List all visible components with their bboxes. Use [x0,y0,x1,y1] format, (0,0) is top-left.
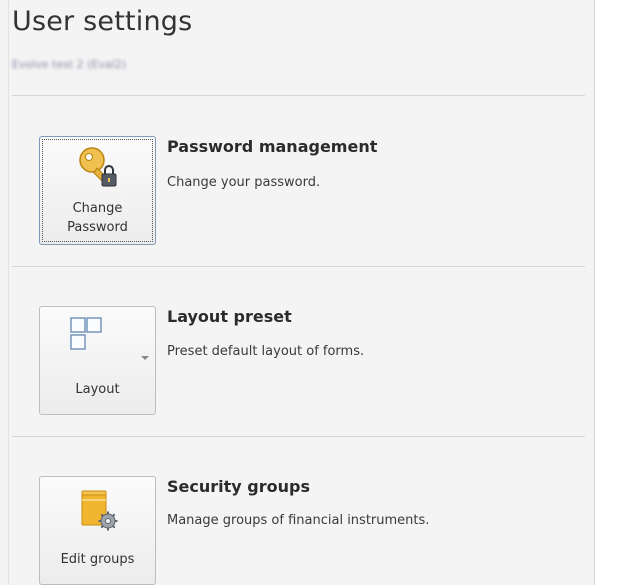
layout-preset-title: Layout preset [167,307,292,326]
security-groups-title: Security groups [167,477,310,496]
change-password-label-line2: Password [67,220,128,235]
password-management-description: Change your password. [167,175,321,190]
account-subtitle: Evolve test 2 (Eval2) [12,58,126,71]
key-lock-icon [79,147,117,187]
security-groups-description: Manage groups of financial instruments. [167,513,430,528]
change-password-button[interactable]: Change Password [39,136,156,245]
section-divider-1 [12,266,585,267]
chevron-down-icon [141,356,149,360]
layout-preset-description: Preset default layout of forms. [167,344,365,359]
edit-groups-button-label: Edit groups [60,552,135,567]
section-divider-2 [12,436,585,437]
layout-button[interactable]: Layout [39,306,156,415]
change-password-label-line1: Change [72,201,123,216]
settings-panel: User settings Evolve test 2 (Eval2) Chan… [0,0,595,585]
panel-left-divider [8,0,9,585]
password-management-title: Password management [167,137,378,156]
page-title: User settings [12,6,193,37]
folder-gear-icon [81,490,118,531]
header-divider [12,95,585,96]
layout-button-label: Layout [75,382,120,397]
layout-grid-icon [70,317,102,350]
edit-groups-button[interactable]: Edit groups [39,476,156,585]
